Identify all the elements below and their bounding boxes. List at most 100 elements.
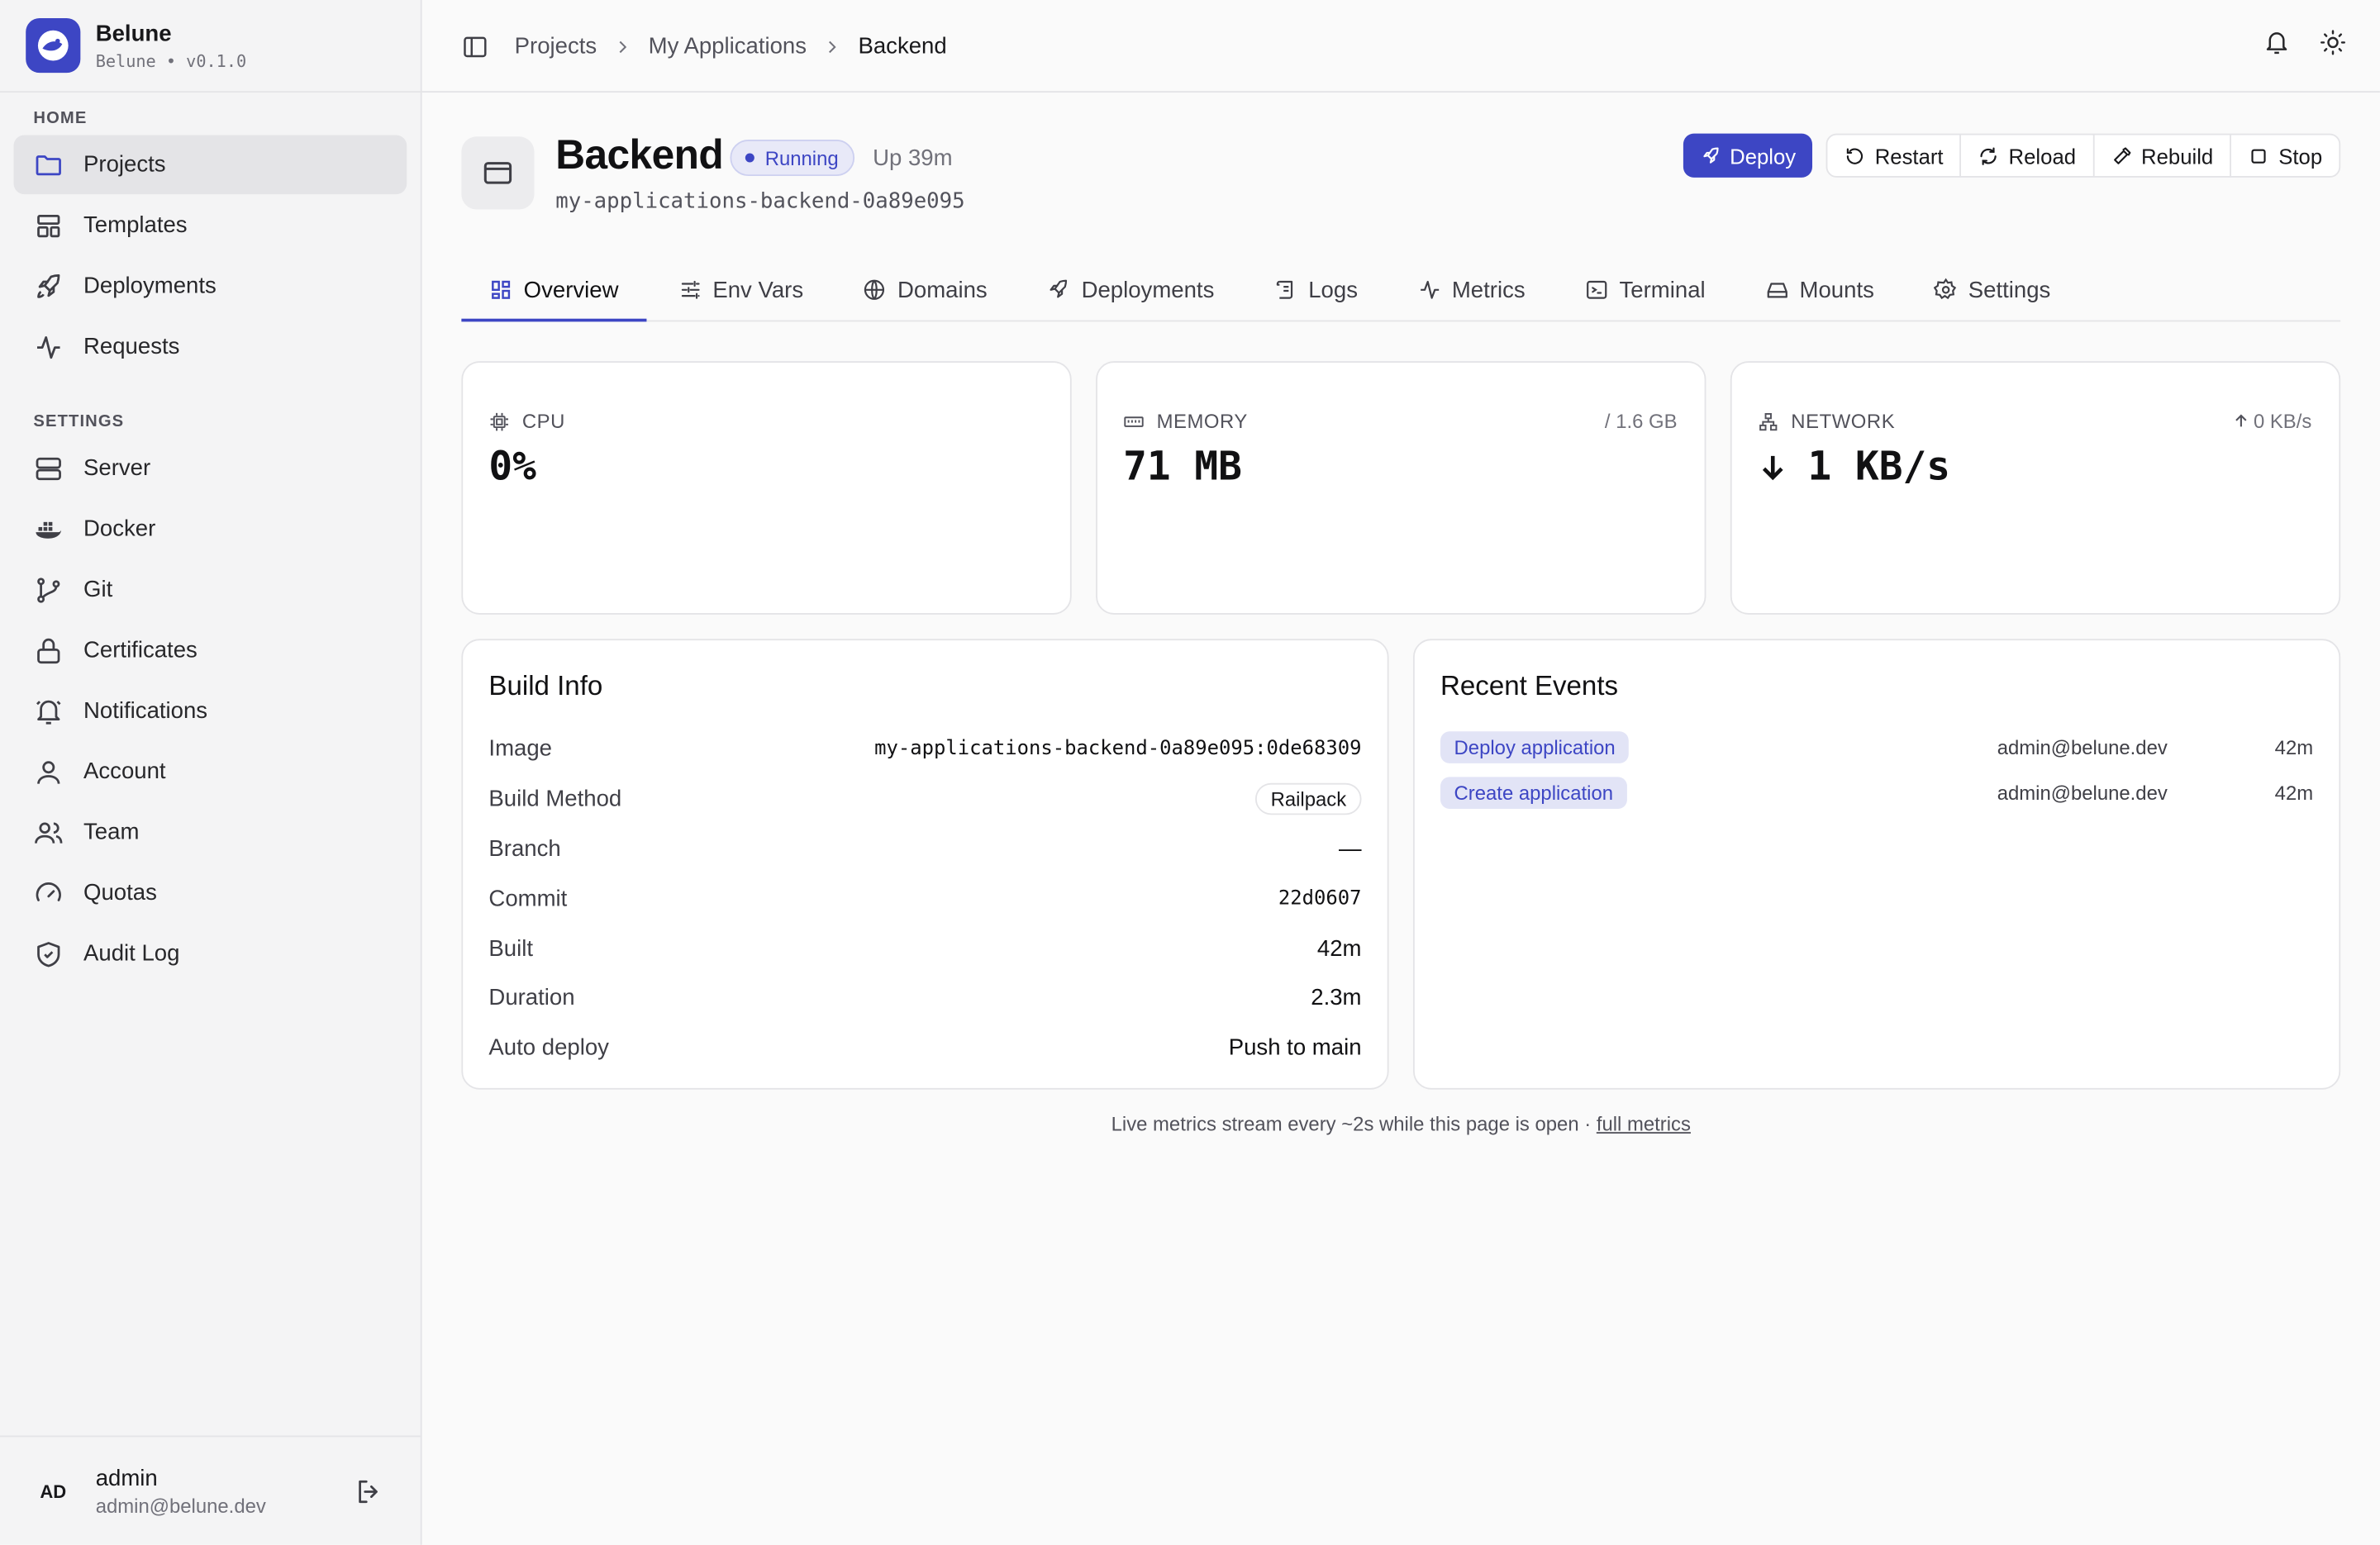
tab-label: Terminal	[1619, 277, 1706, 303]
row-key: Duration	[488, 984, 575, 1010]
sidebar-item-label: Projects	[83, 151, 166, 178]
control-button-group: Restart Reload Rebuild Stop	[1825, 133, 2341, 178]
tab-overview[interactable]: Overview	[461, 259, 645, 322]
network-value: 1 KB/s	[1807, 444, 1951, 491]
scroll-text-icon	[1276, 280, 1293, 299]
list-item[interactable]: Deploy application admin@belune.dev 42m	[1440, 730, 2313, 763]
sidebar-section-settings: SETTINGS	[33, 412, 125, 431]
sidebar-item-server[interactable]: Server	[14, 439, 407, 498]
lower-panels: Build Info Image my-applications-backend…	[461, 639, 2341, 1090]
cpu-label: CPU	[521, 409, 565, 433]
build-info-panel: Build Info Image my-applications-backend…	[461, 639, 1389, 1090]
sidebar-item-docker[interactable]: Docker	[14, 499, 407, 559]
sidebar-item-label: Server	[83, 455, 151, 482]
sidebar-item-deployments[interactable]: Deployments	[14, 256, 407, 316]
tab-deployments[interactable]: Deployments	[1019, 259, 1241, 320]
recent-events-panel: Recent Events Deploy application admin@b…	[1412, 639, 2341, 1090]
sidebar-toggle-icon[interactable]	[461, 32, 488, 59]
deploy-button[interactable]: Deploy	[1683, 133, 1813, 178]
list-item[interactable]: Create application admin@belune.dev 42m	[1440, 776, 2313, 809]
sidebar-item-templates[interactable]: Templates	[14, 196, 407, 255]
rocket-icon	[1702, 146, 1718, 163]
reload-label: Reload	[2008, 143, 2077, 168]
tab-label: Domains	[897, 277, 988, 303]
sidebar-item-label: Certificates	[83, 637, 198, 663]
lock-icon	[37, 637, 60, 663]
row-value: my-applications-backend-0a89e095:0de6830…	[874, 736, 1362, 760]
layout-grid-icon	[492, 280, 511, 299]
memory-label: MEMORY	[1156, 409, 1248, 433]
activity-icon	[1420, 280, 1439, 299]
uptime-text: Up 39m	[873, 145, 953, 172]
tab-logs[interactable]: Logs	[1246, 259, 1385, 320]
status-badge: Running	[730, 139, 855, 177]
memory-limit: / 1.6 GB	[1604, 409, 1678, 433]
sidebar-item-account[interactable]: Account	[14, 742, 407, 801]
rebuild-button[interactable]: Rebuild	[2094, 135, 2232, 177]
app-window-icon	[461, 136, 535, 210]
full-metrics-link[interactable]: full metrics	[1597, 1112, 1691, 1135]
sidebar-section-home: HOME	[33, 109, 88, 128]
status-text: Running	[764, 146, 839, 169]
bell-icon[interactable]	[2263, 29, 2291, 56]
memory-card: MEMORY / 1.6 GB 71 MB	[1096, 361, 1706, 615]
users-icon	[35, 821, 63, 843]
row-value: 22d0607	[1278, 887, 1362, 910]
tab-env-vars[interactable]: Env Vars	[650, 259, 831, 320]
network-label: NETWORK	[1791, 409, 1896, 433]
app-slug: my-applications-backend-0a89e095	[555, 189, 965, 214]
sidebar-item-git[interactable]: Git	[14, 560, 407, 620]
logout-icon[interactable]	[354, 1476, 384, 1507]
table-row: Image my-applications-backend-0a89e095:0…	[488, 731, 1361, 764]
sidebar-item-projects[interactable]: Projects	[13, 135, 407, 195]
event-user: admin@belune.dev	[1997, 780, 2168, 804]
tab-domains[interactable]: Domains	[835, 259, 1015, 320]
hammer-icon	[2113, 146, 2130, 164]
panel-title: Build Info	[488, 670, 603, 701]
sidebar-item-quotas[interactable]: Quotas	[14, 863, 407, 923]
layout-icon	[37, 214, 60, 237]
tab-metrics[interactable]: Metrics	[1390, 259, 1553, 320]
git-branch-icon	[37, 577, 60, 602]
user-profile[interactable]: AD admin admin@belune.dev	[0, 1435, 421, 1545]
sidebar-item-label: Templates	[83, 212, 188, 239]
sliders-icon	[680, 280, 699, 299]
row-value: Push to main	[1228, 1034, 1362, 1060]
restart-button[interactable]: Restart	[1828, 135, 1962, 177]
tab-settings[interactable]: Settings	[1906, 259, 2078, 320]
deploy-label: Deploy	[1730, 143, 1797, 168]
rebuild-label: Rebuild	[2141, 143, 2214, 168]
network-icon	[1759, 412, 1778, 430]
event-time: 42m	[2274, 780, 2314, 804]
table-row: Branch —	[488, 832, 1361, 865]
sidebar-item-notifications[interactable]: Notifications	[14, 682, 407, 741]
tab-label: Deployments	[1081, 277, 1215, 303]
row-key: Commit	[488, 885, 568, 911]
sidebar-item-requests[interactable]: Requests	[14, 317, 407, 377]
rocket-icon	[1050, 279, 1068, 298]
stop-button[interactable]: Stop	[2231, 135, 2339, 176]
tab-label: Settings	[1968, 277, 2051, 303]
tab-label: Overview	[523, 277, 619, 303]
activity-icon	[36, 335, 60, 359]
tab-terminal[interactable]: Terminal	[1557, 259, 1732, 320]
table-row: Build Method Railpack	[488, 782, 1362, 815]
sun-icon[interactable]	[2319, 29, 2346, 56]
sidebar-item-label: Account	[83, 758, 166, 785]
footer-note: Live metrics stream every ~2s while this…	[461, 1112, 2340, 1135]
rotate-ccw-icon	[1847, 147, 1864, 164]
breadcrumb-backend: Backend	[858, 33, 947, 59]
metrics-row: CPU 0% MEMORY / 1.6 GB 71 MB NETWORK 0 K…	[461, 361, 2341, 615]
reload-button[interactable]: Reload	[1962, 135, 2095, 177]
row-key: Branch	[488, 835, 561, 862]
breadcrumb-projects[interactable]: Projects	[515, 33, 597, 59]
sidebar-item-certificates[interactable]: Certificates	[14, 620, 407, 680]
breadcrumb-my-applications[interactable]: My Applications	[649, 33, 807, 59]
sidebar-item-team[interactable]: Team	[14, 803, 407, 863]
tab-mounts[interactable]: Mounts	[1737, 259, 1902, 320]
sidebar-item-audit-log[interactable]: Audit Log	[14, 925, 407, 984]
sidebar-item-label: Notifications	[83, 697, 208, 725]
cpu-icon	[490, 411, 508, 430]
docker-icon	[36, 521, 62, 538]
sidebar-item-label: Docker	[83, 516, 156, 542]
